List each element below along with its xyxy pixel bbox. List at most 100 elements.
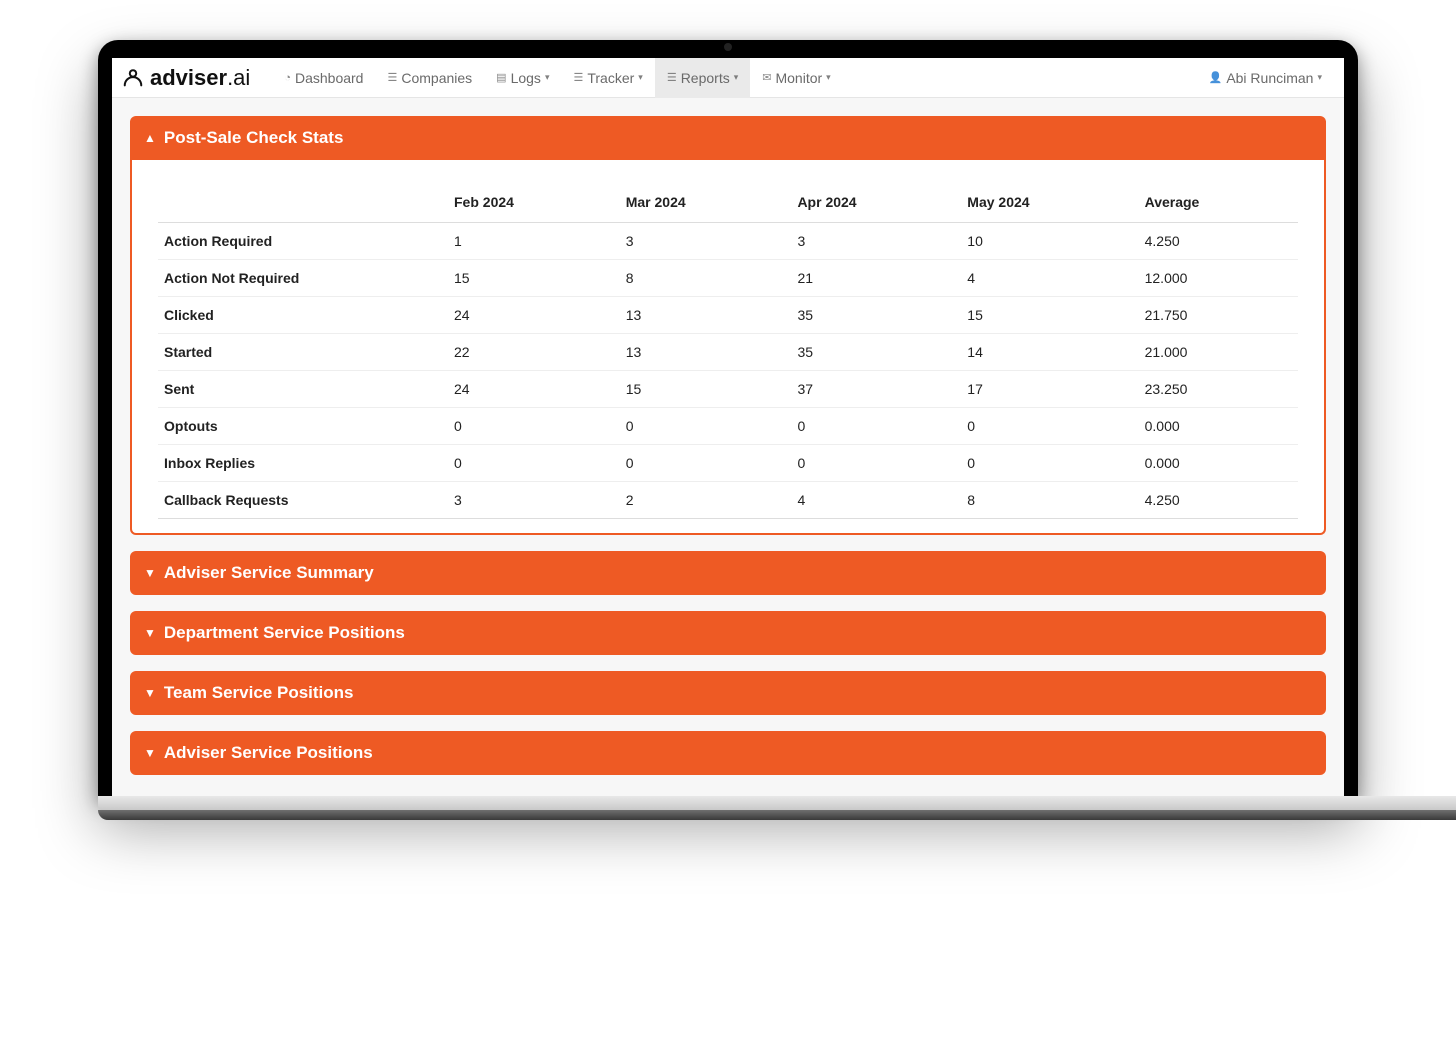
nav-tracker[interactable]: ☰ Tracker ▾	[561, 58, 654, 98]
book-icon: ▤	[496, 71, 506, 84]
cell-value: 15	[620, 371, 792, 408]
cell-value: 0	[791, 408, 961, 445]
cell-value: 35	[791, 297, 961, 334]
nav-companies-label: Companies	[401, 70, 472, 86]
panel-title: Team Service Positions	[164, 683, 354, 703]
col-header: Apr 2024	[791, 184, 961, 223]
collapsed-panel: ▼ Adviser Service Summary	[130, 551, 1326, 595]
content-area: ▲ Post-Sale Check Stats Feb 2024Mar 2024…	[112, 98, 1344, 775]
app-screen: adviser.ai ◔ Dashboard ☰ Companies ▤ Log…	[112, 58, 1344, 798]
cell-value: 13	[620, 297, 792, 334]
cell-value: 0	[961, 445, 1138, 482]
cell-value: 1	[448, 223, 620, 260]
cell-value: 15	[961, 297, 1138, 334]
col-header: Feb 2024	[448, 184, 620, 223]
panel-post-sale-check-stats: ▲ Post-Sale Check Stats Feb 2024Mar 2024…	[130, 116, 1326, 535]
cell-value: 3	[448, 482, 620, 519]
cell-value: 22	[448, 334, 620, 371]
panel-body-stats: Feb 2024Mar 2024Apr 2024May 2024Average …	[130, 160, 1326, 535]
user-menu[interactable]: 👤 Abi Runciman ▾	[1197, 58, 1334, 98]
row-label: Action Not Required	[158, 260, 448, 297]
cell-value: 3	[791, 223, 961, 260]
row-label: Action Required	[158, 223, 448, 260]
chevron-down-icon: ▾	[826, 72, 831, 83]
panel-title: Post-Sale Check Stats	[164, 128, 344, 148]
cell-value: 0.000	[1139, 445, 1298, 482]
nav-dashboard[interactable]: ◔ Dashboard	[272, 58, 375, 98]
cell-value: 8	[620, 260, 792, 297]
cell-value: 10	[961, 223, 1138, 260]
cell-value: 0	[448, 408, 620, 445]
cell-value: 35	[791, 334, 961, 371]
user-icon: 👤	[1209, 71, 1223, 84]
triangle-down-icon: ▼	[144, 746, 156, 760]
chevron-down-icon: ▾	[545, 72, 550, 83]
panel-header[interactable]: ▼ Adviser Service Summary	[130, 551, 1326, 595]
panel-title: Adviser Service Summary	[164, 563, 374, 583]
triangle-down-icon: ▼	[144, 566, 156, 580]
cell-value: 0.000	[1139, 408, 1298, 445]
panel-title: Department Service Positions	[164, 623, 405, 643]
row-label: Optouts	[158, 408, 448, 445]
cell-value: 0	[620, 408, 792, 445]
collapsed-panel: ▼Adviser Service Positions	[130, 731, 1326, 775]
nav-logs[interactable]: ▤ Logs ▾	[484, 58, 561, 98]
chevron-down-icon: ▾	[638, 72, 643, 83]
cell-value: 15	[448, 260, 620, 297]
panel-header-stats[interactable]: ▲ Post-Sale Check Stats	[130, 116, 1326, 160]
cell-value: 0	[961, 408, 1138, 445]
cell-value: 21	[791, 260, 961, 297]
list-icon: ☰	[667, 71, 677, 84]
cell-value: 8	[961, 482, 1138, 519]
list-icon: ☰	[573, 71, 583, 84]
table-row: Started2213351421.000	[158, 334, 1298, 371]
nav-companies[interactable]: ☰ Companies	[375, 58, 484, 98]
table-row: Sent2415371723.250	[158, 371, 1298, 408]
cell-value: 0	[791, 445, 961, 482]
cell-value: 4	[961, 260, 1138, 297]
row-label: Callback Requests	[158, 482, 448, 519]
table-row: Action Required133104.250	[158, 223, 1298, 260]
list-icon: ☰	[387, 71, 397, 84]
row-label: Clicked	[158, 297, 448, 334]
table-row: Callback Requests32484.250	[158, 482, 1298, 519]
triangle-up-icon: ▲	[144, 131, 156, 145]
cell-value: 12.000	[1139, 260, 1298, 297]
panel-header[interactable]: ▼Team Service Positions	[130, 671, 1326, 715]
table-row: Clicked2413351521.750	[158, 297, 1298, 334]
cell-value: 21.000	[1139, 334, 1298, 371]
nav-monitor[interactable]: ✉ Monitor ▾	[750, 58, 842, 98]
panel-header[interactable]: ▼ Department Service Positions	[130, 611, 1326, 655]
cell-value: 24	[448, 297, 620, 334]
envelope-icon: ✉	[762, 71, 771, 84]
gauge-icon: ◔	[284, 72, 291, 84]
row-label: Started	[158, 334, 448, 371]
triangle-down-icon: ▼	[144, 626, 156, 640]
cell-value: 13	[620, 334, 792, 371]
cell-value: 4.250	[1139, 482, 1298, 519]
nav-logs-label: Logs	[511, 70, 541, 86]
brand-name: adviser.ai	[150, 65, 250, 91]
row-label: Sent	[158, 371, 448, 408]
nav-monitor-label: Monitor	[775, 70, 822, 86]
cell-value: 14	[961, 334, 1138, 371]
nav-dashboard-label: Dashboard	[295, 70, 364, 86]
cell-value: 4	[791, 482, 961, 519]
panel-header[interactable]: ▼Adviser Service Positions	[130, 731, 1326, 775]
col-header-blank	[158, 184, 448, 223]
nav-tracker-label: Tracker	[587, 70, 634, 86]
collapsed-panel: ▼ Department Service Positions	[130, 611, 1326, 655]
chevron-down-icon: ▾	[1317, 72, 1322, 83]
collapsed-panel: ▼Team Service Positions	[130, 671, 1326, 715]
stats-table: Feb 2024Mar 2024Apr 2024May 2024Average …	[158, 184, 1298, 519]
col-header: May 2024	[961, 184, 1138, 223]
cell-value: 21.750	[1139, 297, 1298, 334]
nav-reports[interactable]: ☰ Reports ▾	[655, 58, 750, 98]
table-row: Inbox Replies00000.000	[158, 445, 1298, 482]
brand-logo[interactable]: adviser.ai	[122, 65, 250, 91]
cell-value: 2	[620, 482, 792, 519]
cell-value: 23.250	[1139, 371, 1298, 408]
cell-value: 0	[620, 445, 792, 482]
cell-value: 17	[961, 371, 1138, 408]
cell-value: 3	[620, 223, 792, 260]
